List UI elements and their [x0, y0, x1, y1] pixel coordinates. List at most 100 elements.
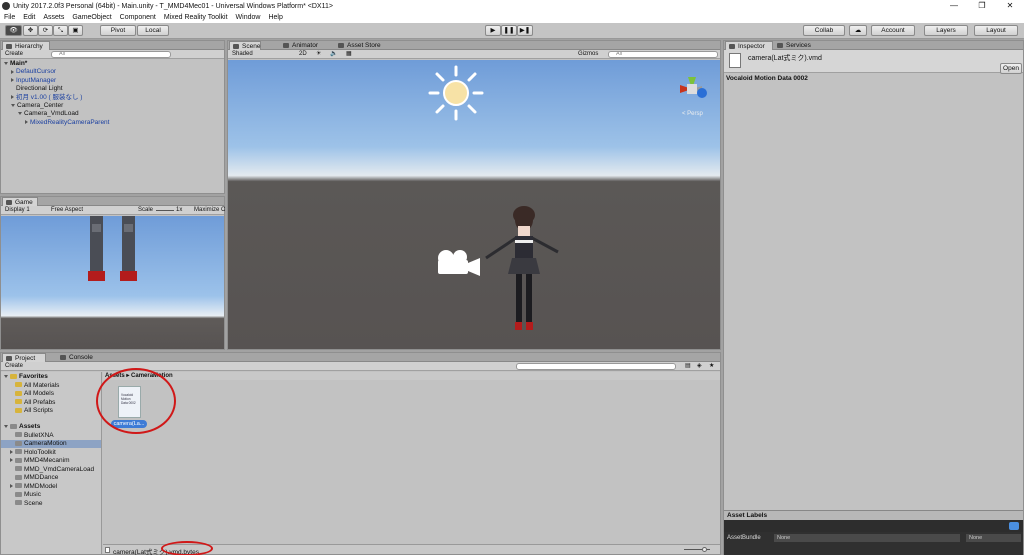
hierarchy-item[interactable]: InputManager	[1, 77, 56, 85]
hierarchy-item[interactable]: Camera_Center	[1, 102, 63, 110]
asset-folder[interactable]: MMDDance	[1, 474, 101, 482]
effects-toggle-icon[interactable]: ▦	[346, 50, 352, 58]
asset-folder[interactable]: CameraMotion	[1, 440, 101, 448]
tab-asset-store[interactable]: Asset Store	[335, 41, 395, 50]
minimize-button[interactable]: —	[940, 0, 968, 12]
aspect-dropdown[interactable]: Free Aspect	[51, 206, 83, 214]
tab-console[interactable]: Console	[57, 353, 101, 362]
menu-item-mixed-reality-toolkit[interactable]: Mixed Reality Toolkit	[160, 14, 232, 21]
menu-item-assets[interactable]: Assets	[39, 14, 68, 21]
hierarchy-item[interactable]: 初月 v1.00 ( 服装なし )	[1, 94, 82, 102]
expand-arrow-icon[interactable]	[4, 61, 8, 65]
assetbundle-label: AssetBundle	[727, 535, 761, 541]
hierarchy-item[interactable]: Main*	[1, 60, 27, 68]
label-tag-icon[interactable]	[1009, 522, 1019, 530]
assetbundle-variant-dropdown[interactable]: None	[966, 534, 1021, 542]
project-search-input[interactable]	[516, 363, 676, 370]
scale-slider[interactable]	[156, 210, 174, 211]
scene-panel: Scene Animator Asset Store Shaded 2D ☀ 🔈…	[227, 40, 721, 350]
scene-view[interactable]: < Persp	[228, 60, 720, 349]
menu-item-component[interactable]: Component	[116, 14, 160, 21]
tab-project[interactable]: Project	[2, 353, 46, 362]
expand-arrow-icon[interactable]	[18, 112, 22, 116]
shading-mode-dropdown[interactable]: Shaded	[232, 50, 253, 58]
expand-arrow-icon[interactable]	[25, 120, 28, 125]
tab-inspector[interactable]: Inspector	[725, 41, 773, 50]
favorite-item[interactable]: All Prefabs	[1, 399, 101, 407]
menu-item-window[interactable]: Window	[232, 14, 265, 21]
rotate-tool-button[interactable]: ⟳	[38, 25, 53, 36]
expand-arrow-icon[interactable]	[4, 374, 8, 378]
asset-folder[interactable]: MMD4Mecanim	[1, 457, 101, 465]
pause-button[interactable]: ❚❚	[501, 25, 517, 36]
expand-arrow-icon[interactable]	[10, 449, 13, 454]
rect-tool-button[interactable]: ▣	[68, 25, 83, 36]
hierarchy-item[interactable]: Directional Light	[1, 85, 63, 93]
game-view[interactable]	[1, 216, 224, 349]
tab-game[interactable]: Game	[2, 197, 38, 206]
favorites-header[interactable]: Favorites	[1, 373, 101, 381]
display-dropdown[interactable]: Display 1	[5, 206, 30, 214]
lighting-toggle-icon[interactable]: ☀	[316, 50, 321, 58]
tab-scene[interactable]: Scene	[229, 41, 261, 50]
hierarchy-item[interactable]: MixedRealityCameraParent	[1, 119, 109, 127]
layers-dropdown[interactable]: Layers	[924, 25, 968, 36]
collab-dropdown[interactable]: Collab	[803, 25, 845, 36]
gizmos-dropdown[interactable]: Gizmos	[578, 50, 598, 58]
expand-arrow-icon[interactable]	[10, 483, 13, 488]
play-button[interactable]: ▶	[485, 25, 501, 36]
hierarchy-item[interactable]: Camera_VmdLoad	[1, 110, 79, 118]
icon-size-slider-thumb[interactable]	[702, 547, 707, 552]
close-button[interactable]: ✕	[996, 0, 1024, 12]
step-button[interactable]: ▶❚	[517, 25, 533, 36]
open-button[interactable]: Open	[1000, 63, 1022, 74]
pivot-toggle[interactable]: Pivot	[100, 25, 136, 36]
tab-services[interactable]: Services	[774, 41, 818, 50]
maximize-button[interactable]: ❐	[968, 0, 996, 12]
assetbundle-dropdown[interactable]: None	[774, 534, 960, 542]
asset-folder[interactable]: HoloToolkit	[1, 449, 101, 457]
assets-header[interactable]: Assets	[1, 423, 101, 431]
2d-toggle[interactable]: 2D	[299, 50, 307, 58]
favorite-item[interactable]: All Materials	[1, 382, 101, 390]
menu-item-help[interactable]: Help	[264, 14, 286, 21]
cloud-button[interactable]: ☁	[849, 25, 867, 36]
asset-folder[interactable]: Scene	[1, 500, 101, 508]
menu-item-edit[interactable]: Edit	[19, 14, 39, 21]
layout-dropdown[interactable]: Layout	[974, 25, 1018, 36]
expand-arrow-icon[interactable]	[11, 78, 14, 83]
expand-arrow-icon[interactable]	[11, 69, 14, 74]
local-toggle[interactable]: Local	[137, 25, 169, 36]
move-tool-button[interactable]: ✥	[23, 25, 38, 36]
expand-arrow-icon[interactable]	[10, 458, 13, 463]
audio-toggle-icon[interactable]: 🔈	[330, 50, 337, 58]
expand-arrow-icon[interactable]	[4, 424, 8, 428]
scene-orientation-gizmo-icon[interactable]	[680, 77, 707, 98]
filter-type-icon[interactable]: ▤	[685, 362, 691, 370]
tab-animator[interactable]: Animator	[280, 41, 326, 50]
asset-folder[interactable]: MMD_VmdCameraLoad	[1, 466, 101, 474]
asset-folder[interactable]: MMDModel	[1, 483, 101, 491]
asset-folder[interactable]: Music	[1, 491, 101, 499]
hierarchy-search-input[interactable]: All	[51, 51, 171, 58]
filter-label-icon[interactable]: ◈	[697, 362, 702, 370]
hierarchy-item[interactable]: DefaultCursor	[1, 68, 56, 76]
hierarchy-create-dropdown[interactable]: Create	[5, 50, 23, 58]
tab-hierarchy[interactable]: Hierarchy	[2, 41, 50, 50]
project-asset-view[interactable]: Assets ▸ CameraMotion Vocaloid Motion Da…	[96, 368, 720, 544]
favorite-item[interactable]: All Models	[1, 390, 101, 398]
expand-arrow-icon[interactable]	[11, 94, 14, 99]
persp-label[interactable]: < Persp	[682, 111, 704, 117]
account-dropdown[interactable]: Account	[871, 25, 915, 36]
scale-tool-button[interactable]: ⤡	[53, 25, 68, 36]
expand-arrow-icon[interactable]	[11, 103, 15, 107]
menu-item-file[interactable]: File	[0, 14, 19, 21]
scene-search-input[interactable]: All	[608, 51, 718, 58]
maximize-on-play-toggle[interactable]: Maximize O	[194, 206, 225, 214]
favorite-star-icon[interactable]: ★	[709, 362, 714, 370]
asset-folder[interactable]: BulletXNA	[1, 432, 101, 440]
menu-item-gameobject[interactable]: GameObject	[68, 14, 115, 21]
hand-tool-button[interactable]: 👁	[5, 25, 22, 36]
project-create-dropdown[interactable]: Create	[5, 362, 23, 370]
favorite-item[interactable]: All Scripts	[1, 407, 101, 415]
